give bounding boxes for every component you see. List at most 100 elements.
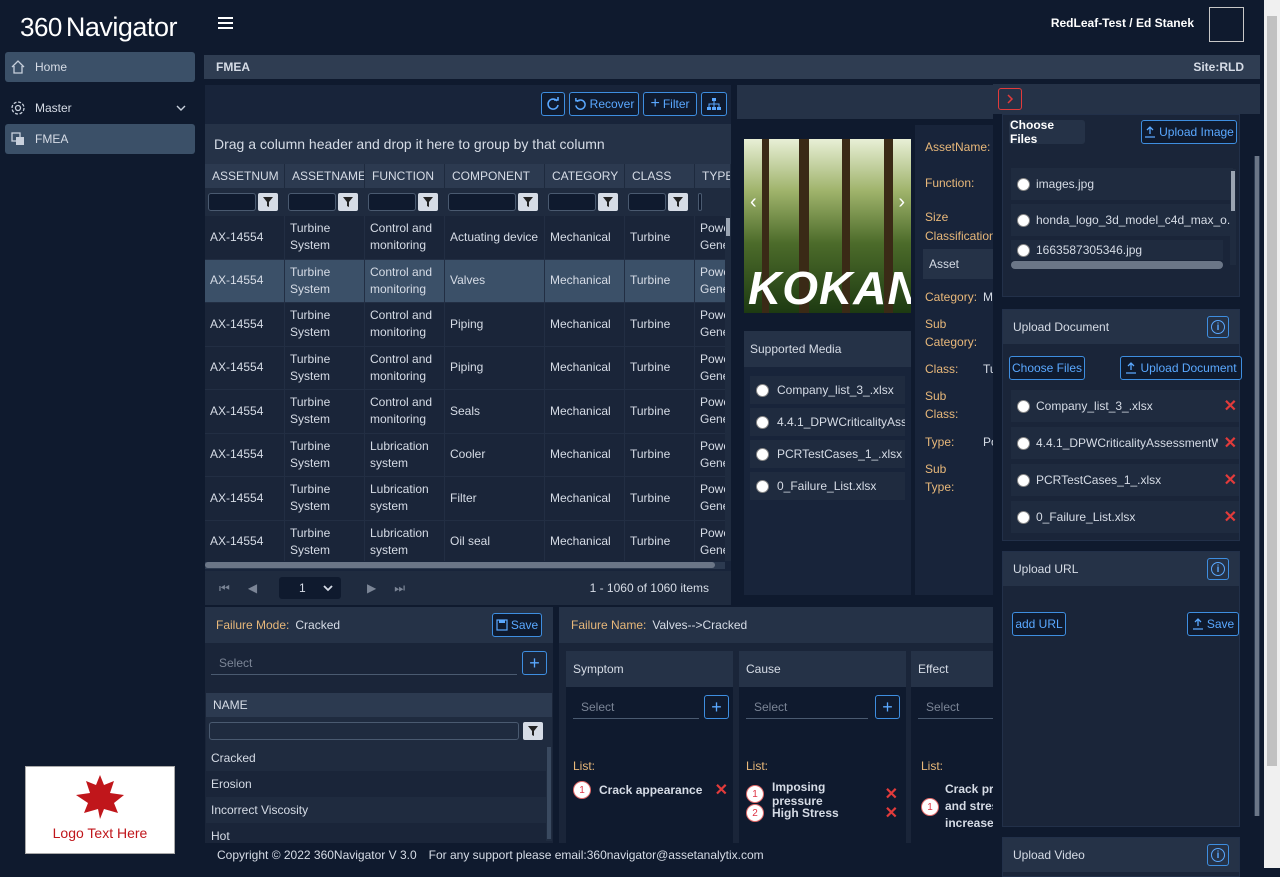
url-info-button[interactable]: i bbox=[1207, 558, 1229, 580]
table-row[interactable]: AX-14554 Turbine System Control and monito… bbox=[205, 346, 725, 390]
media-item[interactable]: PCRTestCases_1_.xlsx bbox=[750, 440, 905, 468]
column-header[interactable]: ASSETNUM bbox=[205, 164, 285, 188]
media-item[interactable]: 4.4.1_DPWCriticalityAsse... bbox=[750, 408, 905, 436]
document-info-button[interactable]: i bbox=[1207, 316, 1229, 338]
column-header[interactable]: TYPE bbox=[695, 164, 731, 188]
image-file-item[interactable]: honda_logo_3d_model_c4d_max_o... bbox=[1011, 204, 1233, 236]
collapse-panel-button[interactable] bbox=[998, 88, 1022, 110]
choose-image-files-button[interactable]: Choose Files bbox=[1009, 118, 1085, 146]
radio-button[interactable] bbox=[756, 383, 769, 397]
media-item[interactable]: Company_list_3_.xlsx bbox=[750, 376, 905, 404]
failure-mode-select[interactable]: Select bbox=[211, 651, 517, 675]
group-drop-zone[interactable]: Drag a column header and drop it here to… bbox=[205, 124, 731, 164]
delete-icon[interactable]: ✕ bbox=[1224, 433, 1237, 453]
last-page-icon[interactable]: ⏭ bbox=[394, 581, 405, 596]
prev-image-icon[interactable]: ‹ bbox=[750, 191, 757, 214]
page-select[interactable]: 1 bbox=[279, 577, 342, 599]
delete-icon[interactable]: ✕ bbox=[1224, 507, 1237, 527]
table-row[interactable]: AX-14554 Turbine System Lubrication system… bbox=[205, 520, 725, 561]
document-file-item[interactable]: 4.4.1_DPWCriticalityAssessmentWorki... ✕ bbox=[1011, 427, 1239, 459]
table-row[interactable]: AX-14554 Turbine System Control and monito… bbox=[205, 216, 725, 260]
media-item[interactable]: 0_Failure_List.xlsx bbox=[750, 472, 905, 500]
name-filter-input[interactable] bbox=[209, 722, 519, 740]
table-row[interactable]: AX-14554 Turbine System Control and monito… bbox=[205, 390, 725, 434]
delete-icon[interactable]: ✕ bbox=[885, 784, 898, 804]
column-filter-input[interactable] bbox=[698, 193, 702, 211]
add-url-button[interactable]: add URL bbox=[1012, 612, 1066, 636]
hierarchy-button[interactable] bbox=[701, 92, 727, 116]
recover-button[interactable]: Recover bbox=[569, 92, 639, 116]
filter-icon[interactable] bbox=[518, 193, 538, 211]
next-page-icon[interactable]: ▶ bbox=[367, 581, 376, 595]
delete-icon[interactable]: ✕ bbox=[885, 803, 898, 823]
image-file-item[interactable]: images.jpg bbox=[1011, 168, 1233, 200]
radio-button[interactable] bbox=[756, 447, 769, 461]
choose-document-files-button[interactable]: Choose Files bbox=[1009, 356, 1085, 380]
next-image-icon[interactable]: › bbox=[898, 191, 905, 214]
radio-button[interactable] bbox=[1017, 177, 1030, 191]
column-header[interactable]: CLASS bbox=[625, 164, 695, 188]
upload-document-button[interactable]: Upload Document bbox=[1120, 356, 1242, 380]
radio-button[interactable] bbox=[1017, 510, 1030, 524]
radio-button[interactable] bbox=[756, 415, 769, 429]
radio-button[interactable] bbox=[1017, 213, 1030, 227]
column-filter-input[interactable] bbox=[288, 193, 336, 211]
filter-icon[interactable] bbox=[418, 193, 438, 211]
radio-button[interactable] bbox=[1017, 473, 1030, 487]
sidebar-item-master[interactable]: Master bbox=[5, 93, 195, 123]
filter-icon[interactable] bbox=[258, 193, 278, 211]
effect-select[interactable]: Select bbox=[918, 695, 993, 719]
table-row[interactable]: AX-14554 Turbine System Lubrication system… bbox=[205, 477, 725, 521]
upload-image-button[interactable]: Upload Image bbox=[1141, 120, 1237, 144]
radio-button[interactable] bbox=[1017, 243, 1030, 257]
column-filter-input[interactable] bbox=[368, 193, 416, 211]
list-item[interactable]: Cracked bbox=[206, 745, 546, 771]
column-filter-input[interactable] bbox=[448, 193, 516, 211]
list-item[interactable]: Erosion bbox=[206, 771, 546, 797]
table-row[interactable]: AX-14554 Turbine System Control and monito… bbox=[205, 259, 725, 303]
document-file-item[interactable]: Company_list_3_.xlsx ✕ bbox=[1011, 390, 1239, 422]
document-file-item[interactable]: PCRTestCases_1_.xlsx ✕ bbox=[1011, 464, 1239, 496]
asset-tab[interactable]: Asset bbox=[923, 249, 993, 279]
app-logo[interactable]: 360 Navigator bbox=[20, 12, 177, 42]
filter-button[interactable]: + Filter bbox=[643, 92, 697, 116]
column-header[interactable]: ASSETNAME bbox=[285, 164, 365, 188]
table-row[interactable]: AX-14554 Turbine System Lubrication system… bbox=[205, 433, 725, 477]
window-scrollbar[interactable] bbox=[1264, 0, 1280, 868]
video-info-button[interactable]: i bbox=[1207, 844, 1229, 866]
delete-icon[interactable]: ✕ bbox=[1224, 396, 1237, 416]
column-filter-input[interactable] bbox=[628, 193, 666, 211]
delete-icon[interactable]: ✕ bbox=[715, 780, 728, 800]
filter-icon[interactable] bbox=[598, 193, 618, 211]
sidebar-item-home[interactable]: Home bbox=[5, 52, 195, 82]
column-filter-input[interactable] bbox=[548, 193, 596, 211]
symptom-select[interactable]: Select bbox=[573, 695, 699, 719]
user-name[interactable]: RedLeaf-Test / Ed Stanek bbox=[1051, 16, 1194, 30]
radio-button[interactable] bbox=[1017, 399, 1030, 413]
column-header[interactable]: COMPONENT bbox=[445, 164, 545, 188]
radio-button[interactable] bbox=[756, 479, 769, 493]
image-file-item[interactable]: 1663587305346.jpg bbox=[1011, 240, 1223, 260]
prev-page-icon[interactable]: ◀ bbox=[248, 581, 257, 595]
column-header[interactable]: FUNCTION bbox=[365, 164, 445, 188]
failure-mode-save-button[interactable]: Save bbox=[492, 613, 542, 637]
list-item[interactable]: Incorrect Viscosity bbox=[206, 797, 546, 823]
sidebar-item-fmea[interactable]: FMEA bbox=[5, 124, 195, 154]
document-file-item[interactable]: 0_Failure_List.xlsx ✕ bbox=[1011, 501, 1239, 533]
url-save-button[interactable]: Save bbox=[1187, 612, 1239, 636]
avatar[interactable] bbox=[1209, 7, 1244, 42]
image-list-scrollbar[interactable] bbox=[1230, 169, 1236, 265]
add-failure-mode-button[interactable]: + bbox=[522, 651, 547, 675]
column-filter-input[interactable] bbox=[208, 193, 256, 211]
grid-vertical-scrollbar[interactable] bbox=[725, 216, 731, 561]
filter-icon[interactable] bbox=[523, 722, 543, 740]
radio-button[interactable] bbox=[1017, 436, 1030, 450]
menu-icon[interactable] bbox=[218, 17, 233, 29]
cause-select[interactable]: Select bbox=[746, 695, 868, 719]
add-symptom-button[interactable]: + bbox=[704, 695, 729, 719]
filter-icon[interactable] bbox=[668, 193, 688, 211]
failure-mode-scrollbar[interactable] bbox=[546, 745, 552, 841]
name-column-header[interactable]: NAME bbox=[206, 693, 552, 717]
first-page-icon[interactable]: ⏮ bbox=[219, 581, 230, 596]
refresh-button[interactable] bbox=[541, 92, 565, 116]
